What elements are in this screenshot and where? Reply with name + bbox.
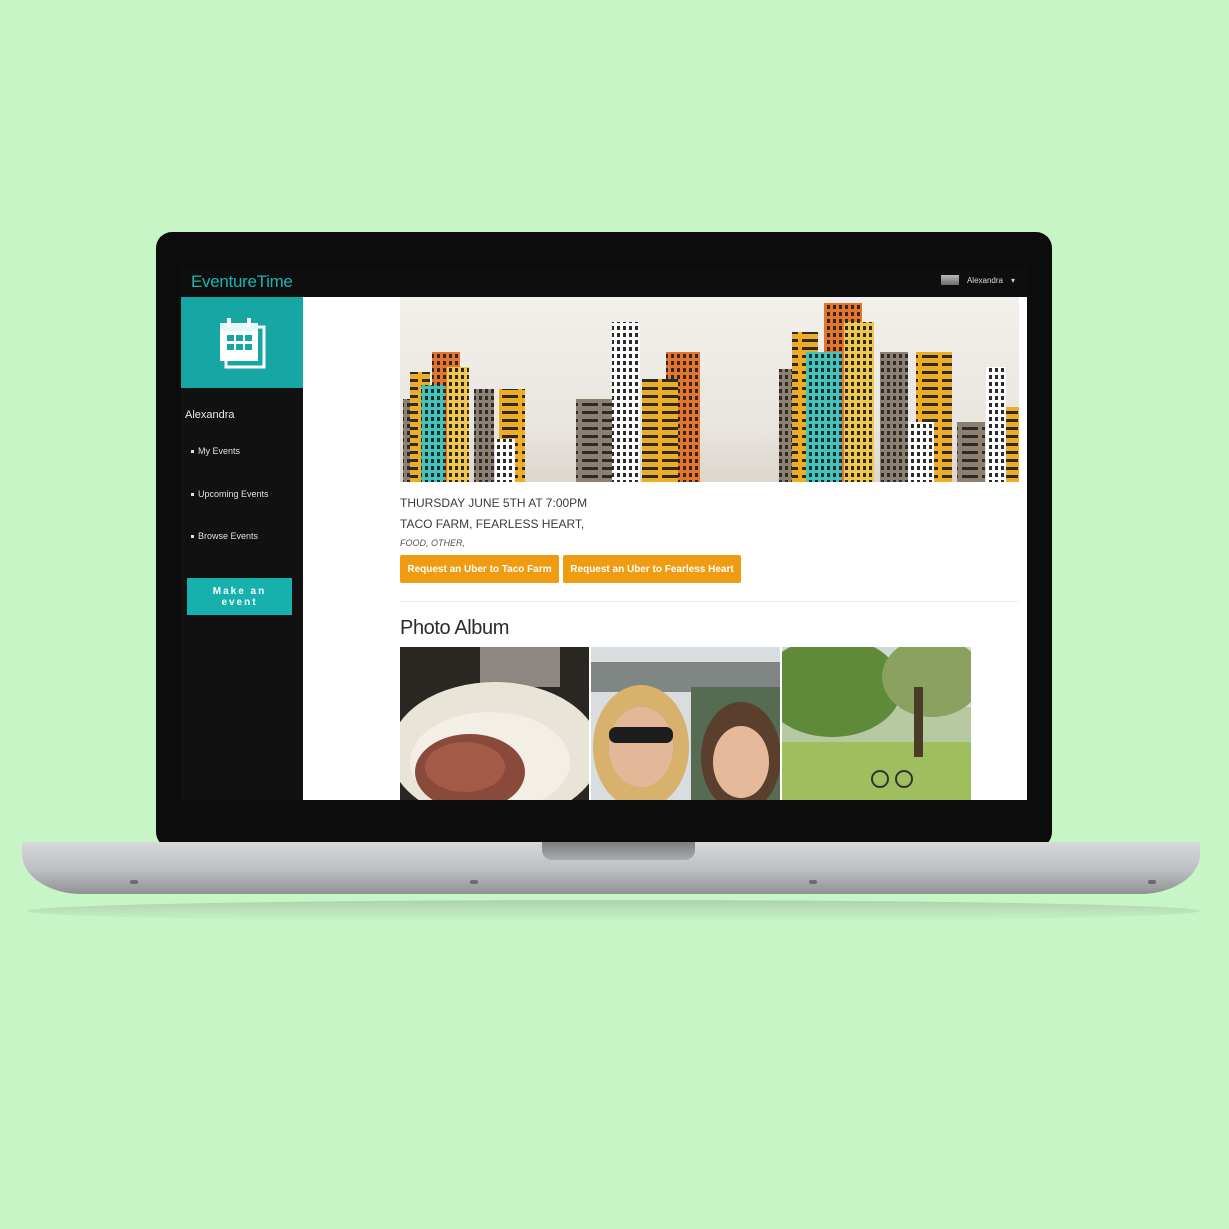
- laptop-foot: [1148, 880, 1156, 884]
- laptop-foot: [470, 880, 478, 884]
- photo-album-title: Photo Album: [400, 617, 510, 639]
- calendar-icon: [220, 318, 266, 369]
- food-photo: [400, 647, 589, 800]
- album-photo-food[interactable]: [400, 647, 589, 800]
- event-banner-image: [400, 297, 1019, 482]
- sidebar-user-name: Alexandra: [185, 409, 235, 421]
- uber-fearless-heart-button[interactable]: Request an Uber to Fearless Heart: [563, 555, 741, 583]
- laptop-foot: [809, 880, 817, 884]
- laptop-shadow: [28, 900, 1200, 922]
- brand-logo[interactable]: EventureTime: [191, 272, 293, 292]
- laptop-notch: [542, 842, 695, 860]
- sidebar-calendar-tile[interactable]: [181, 297, 303, 388]
- event-venues: TACO FARM, FEARLESS HEART,: [400, 517, 585, 531]
- user-menu[interactable]: Alexandra ▾: [940, 275, 1015, 285]
- sidebar-item-upcoming-events[interactable]: Upcoming Events: [191, 489, 269, 499]
- city-skyline-illustration: [403, 303, 1019, 482]
- top-bar: EventureTime Alexandra ▾: [181, 266, 1027, 297]
- user-menu-name: Alexandra: [966, 275, 1003, 285]
- user-avatar: [940, 275, 959, 285]
- selfie-photo: [591, 647, 780, 800]
- park-photo: [782, 647, 971, 800]
- album-photo-park[interactable]: [782, 647, 971, 800]
- uber-taco-farm-button[interactable]: Request an Uber to Taco Farm: [400, 555, 559, 583]
- make-event-button[interactable]: Make an event: [187, 578, 292, 615]
- app-window: EventureTime Alexandra ▾ Alexandra My Ev…: [181, 266, 1027, 800]
- chevron-down-icon: ▾: [1010, 275, 1015, 285]
- album-photo-selfie[interactable]: [591, 647, 780, 800]
- sidebar: Alexandra My Events Upcoming Events Brow…: [181, 297, 303, 800]
- sidebar-item-browse-events[interactable]: Browse Events: [191, 531, 258, 541]
- event-datetime: THURSDAY JUNE 5TH AT 7:00PM: [400, 496, 588, 510]
- main-content: THURSDAY JUNE 5TH AT 7:00PM TACO FARM, F…: [303, 297, 1027, 800]
- section-divider: [400, 601, 1019, 602]
- laptop-base: [22, 842, 1200, 894]
- sidebar-item-my-events[interactable]: My Events: [191, 446, 240, 456]
- event-categories: FOOD, OTHER,: [400, 538, 465, 548]
- laptop-foot: [130, 880, 138, 884]
